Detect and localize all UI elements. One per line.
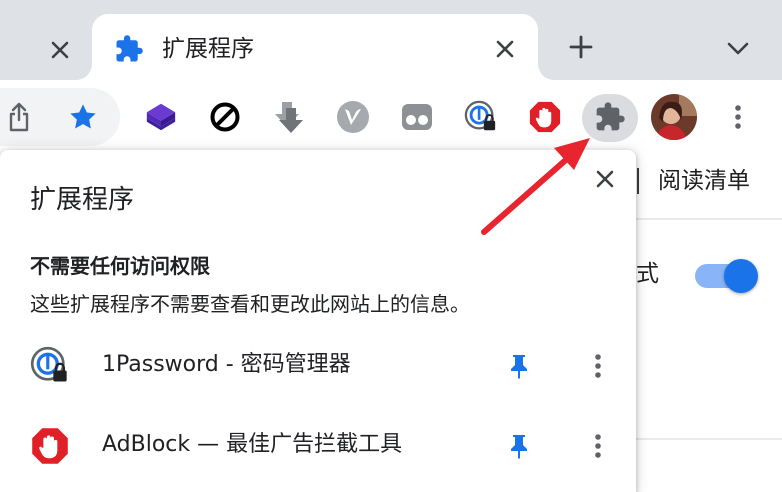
pin-button[interactable] (502, 348, 536, 384)
1password-icon (464, 100, 496, 131)
new-tab-button[interactable] (566, 32, 596, 62)
download-arrow-icon (275, 102, 303, 133)
toggle-knob (724, 259, 758, 293)
pin-button[interactable] (502, 428, 536, 464)
more-options-button[interactable] (584, 348, 612, 384)
extension-name: 1Password - 密码管理器 (102, 352, 351, 377)
active-tab[interactable]: 扩展程序 (92, 14, 538, 84)
chevron-down-icon (727, 42, 749, 55)
avatar[interactable] (651, 94, 697, 140)
divider (636, 218, 782, 220)
kebab-menu-icon (595, 354, 601, 378)
extensions-popup: 扩展程序 不需要任何访问权限 这些扩展程序不需要查看和更改此网站上的信息。 1P… (0, 150, 636, 492)
pin-icon (511, 355, 527, 379)
side-panel-background (636, 154, 782, 492)
extension-tabs[interactable] (400, 100, 434, 134)
plus-icon (569, 35, 593, 59)
share-icon (9, 102, 29, 132)
tab-close-button[interactable] (490, 34, 520, 64)
extension-blocker[interactable] (208, 100, 242, 134)
close-icon (51, 41, 69, 59)
pin-icon (511, 435, 527, 459)
inactive-tab-close-button[interactable] (40, 30, 80, 70)
extension-adblock[interactable] (528, 100, 562, 134)
tab-strip: 扩展程序 (0, 0, 782, 84)
divider (636, 438, 782, 440)
adblock-icon (529, 101, 561, 133)
extension-name: AdBlock — 最佳广告拦截工具 (102, 432, 403, 457)
popup-title: 扩展程序 (30, 185, 135, 215)
layers-icon (146, 103, 176, 131)
tab-search-button[interactable] (722, 34, 754, 64)
extension-v[interactable] (336, 100, 370, 134)
tab-title: 扩展程序 (162, 36, 254, 62)
share-button[interactable] (2, 100, 36, 134)
kebab-menu-icon (595, 434, 601, 458)
reading-list-button[interactable]: 阅读清单 (658, 166, 750, 196)
popup-close-button[interactable] (588, 162, 622, 196)
adblock-icon (32, 428, 68, 464)
close-icon (496, 40, 514, 58)
puzzle-icon (116, 35, 143, 62)
bookmark-button[interactable] (66, 100, 100, 134)
extension-row-1password[interactable]: 1Password - 密码管理器 (0, 338, 636, 394)
divider (637, 168, 639, 194)
extension-downloader[interactable] (272, 100, 306, 134)
tab-dots-icon (402, 104, 432, 130)
1password-icon (30, 346, 67, 382)
section-title: 不需要任何访问权限 (30, 254, 210, 278)
setting-label: 式 (636, 261, 659, 287)
extensions-menu-icon-wrap (593, 100, 627, 134)
extension-row-adblock[interactable]: AdBlock — 最佳广告拦截工具 (0, 418, 636, 474)
blocked-icon (210, 102, 240, 132)
chrome-menu-button[interactable] (726, 100, 750, 134)
puzzle-icon (596, 102, 625, 131)
v-logo-icon (337, 101, 369, 133)
section-description: 这些扩展程序不需要查看和更改此网站上的信息。 (30, 292, 470, 316)
extension-layers[interactable] (144, 100, 178, 134)
profile-photo (651, 94, 697, 140)
extension-1password[interactable] (464, 100, 498, 134)
close-icon (596, 170, 614, 188)
bookmark-star-icon (70, 104, 96, 129)
toolbar (0, 80, 782, 154)
kebab-menu-icon (735, 105, 741, 129)
more-options-button[interactable] (584, 428, 612, 464)
